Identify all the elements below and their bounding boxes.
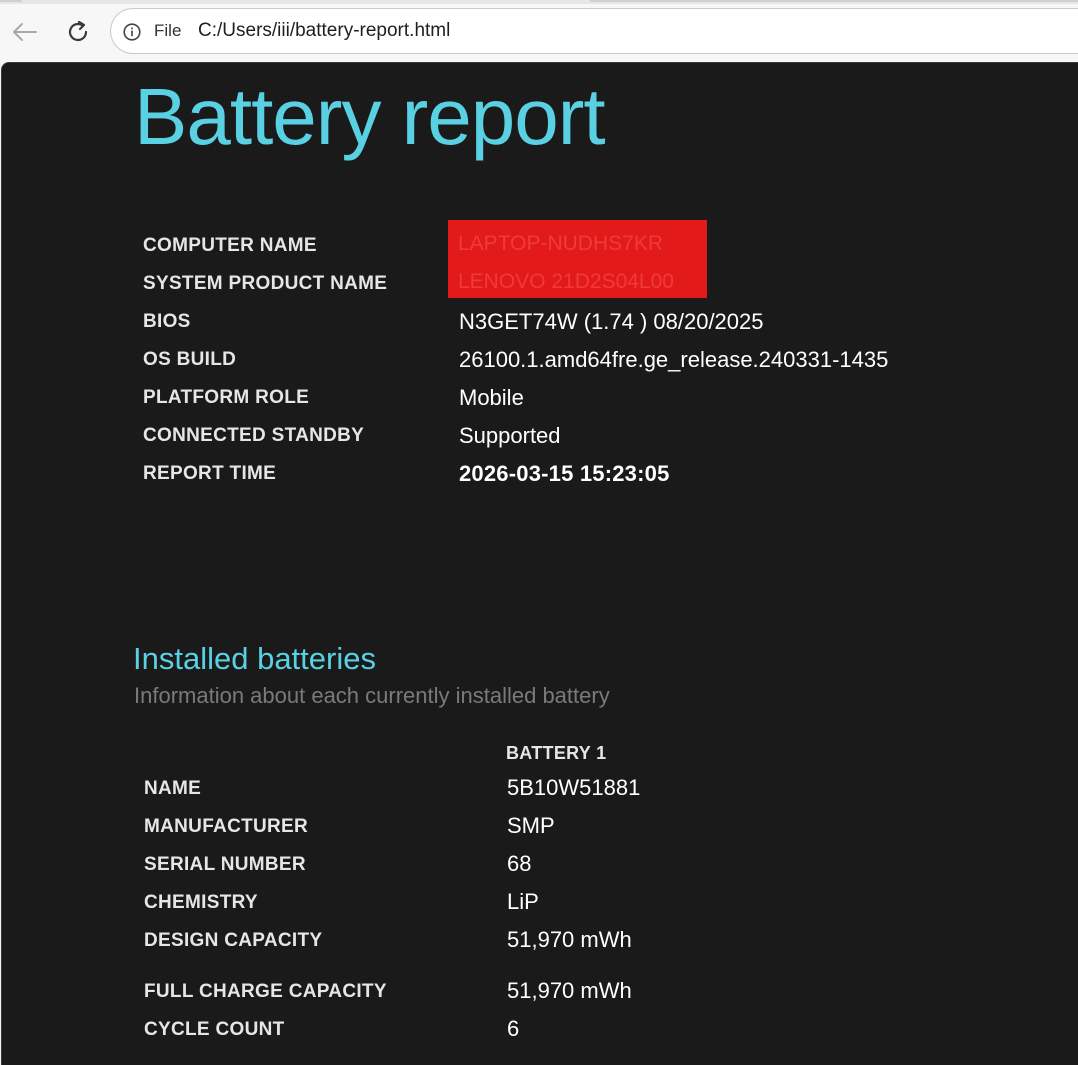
- back-button[interactable]: [8, 16, 40, 48]
- battery-label: DESIGN CAPACITY: [144, 930, 323, 951]
- battery-label: MANUFACTURER: [144, 816, 309, 837]
- redaction-box: LAPTOP-NUDHS7KR LENOVO 21D2S04L00: [448, 220, 707, 298]
- info-row-connected-standby: CONNECTED STANDBY Supported: [2, 417, 1078, 455]
- battery-row-name: NAME 5B10W51881: [2, 770, 1078, 808]
- battery-row-manufacturer: MANUFACTURER SMP: [2, 808, 1078, 846]
- battery-value: 51,970 mWh: [507, 927, 632, 952]
- battery-column-header: BATTERY 1: [506, 743, 607, 763]
- battery-row-chemistry: CHEMISTRY LiP: [2, 884, 1078, 922]
- battery-label: NAME: [144, 778, 202, 799]
- info-row-bios: BIOS N3GET74W (1.74 ) 08/20/2025: [2, 303, 1078, 341]
- info-value: N3GET74W (1.74 ) 08/20/2025: [459, 309, 764, 334]
- info-circle-icon[interactable]: [123, 23, 141, 41]
- browser-toolbar: File C:/Users/iii/battery-report.html: [0, 0, 1078, 62]
- info-label: OS BUILD: [143, 349, 237, 370]
- battery-value: LiP: [507, 889, 539, 914]
- info-label: REPORT TIME: [143, 463, 277, 484]
- back-arrow-icon: [13, 23, 37, 41]
- battery-value: 51,970 mWh: [507, 978, 632, 1003]
- battery-label: FULL CHARGE CAPACITY: [144, 981, 387, 1002]
- info-label: COMPUTER NAME: [143, 235, 317, 256]
- reload-button[interactable]: [62, 16, 94, 48]
- info-value: Supported: [459, 423, 561, 448]
- info-label: SYSTEM PRODUCT NAME: [143, 273, 388, 294]
- page-content: Battery report COMPUTER NAME SYSTEM PROD…: [1, 62, 1078, 1065]
- battery-value: 68: [507, 851, 532, 876]
- address-scheme-label: File: [154, 21, 182, 40]
- url-text[interactable]: C:/Users/iii/battery-report.html: [198, 20, 450, 42]
- info-row-report-time: REPORT TIME 2026-03-15 15:23:05: [2, 455, 1078, 493]
- redacted-system-product-name: LENOVO 21D2S04L00: [458, 270, 674, 293]
- info-label: BIOS: [143, 311, 191, 332]
- info-label: PLATFORM ROLE: [143, 387, 310, 408]
- info-row-os-build: OS BUILD 26100.1.amd64fre.ge_release.240…: [2, 341, 1078, 379]
- page-title: Battery report: [134, 72, 606, 161]
- info-label: CONNECTED STANDBY: [143, 425, 365, 446]
- battery-value: 6: [507, 1016, 520, 1041]
- battery-label: CHEMISTRY: [144, 892, 258, 913]
- battery-label: SERIAL NUMBER: [144, 854, 306, 875]
- battery-value: SMP: [507, 813, 555, 838]
- battery-row-cycle-count: CYCLE COUNT 6: [2, 1011, 1078, 1049]
- address-bar[interactable]: File C:/Users/iii/battery-report.html: [110, 8, 1078, 54]
- info-value: Mobile: [459, 385, 524, 410]
- section-subtitle: Information about each currently install…: [134, 683, 610, 708]
- battery-row-serial-number: SERIAL NUMBER 68: [2, 846, 1078, 884]
- tab-strip-edge: [0, 0, 1078, 4]
- battery-value: 5B10W51881: [507, 775, 641, 800]
- info-value: 26100.1.amd64fre.ge_release.240331-1435: [459, 347, 889, 372]
- redacted-computer-name: LAPTOP-NUDHS7KR: [458, 232, 663, 255]
- battery-label: CYCLE COUNT: [144, 1019, 285, 1040]
- reload-icon: [68, 20, 88, 42]
- info-row-platform-role: PLATFORM ROLE Mobile: [2, 379, 1078, 417]
- battery-row-full-charge-capacity: FULL CHARGE CAPACITY 51,970 mWh: [2, 973, 1078, 1011]
- info-value: 2026-03-15 15:23:05: [459, 461, 670, 486]
- battery-row-design-capacity: DESIGN CAPACITY 51,970 mWh: [2, 922, 1078, 960]
- section-title-installed-batteries: Installed batteries: [133, 641, 376, 676]
